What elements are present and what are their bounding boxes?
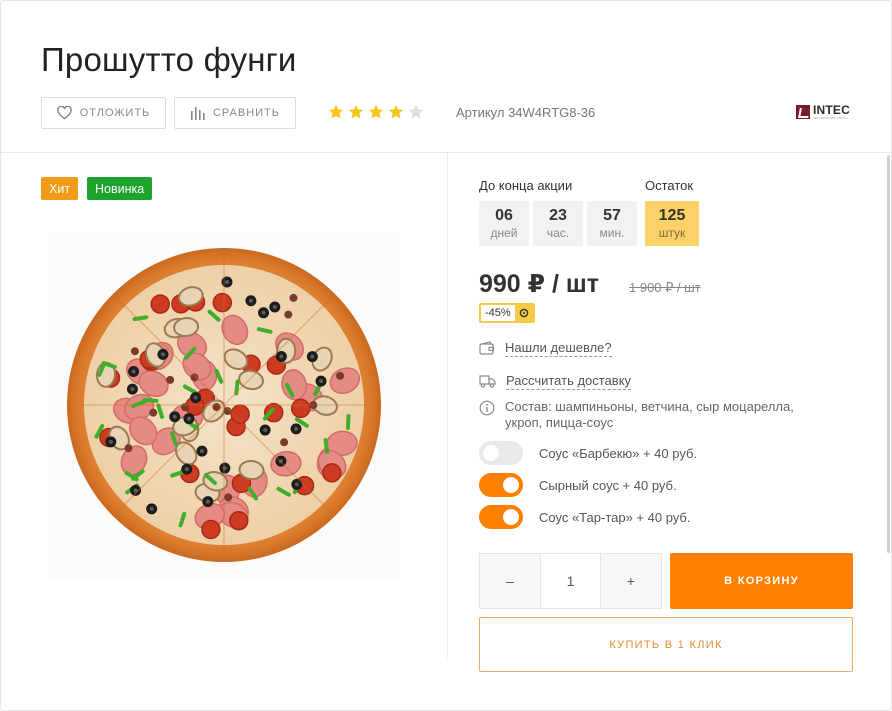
quantity-input[interactable]: 1 xyxy=(540,554,601,608)
composition-row: Состав: шампиньоны, ветчина, сыр моцарел… xyxy=(479,399,819,431)
found-cheaper-link[interactable]: Нашли дешевле? xyxy=(505,340,612,357)
quantity-stepper: – 1 + xyxy=(479,553,662,609)
star-filled-icon[interactable] xyxy=(368,104,384,120)
wallet-icon xyxy=(479,341,495,355)
quantity-increase-button[interactable]: + xyxy=(600,554,661,608)
old-price: 1 900 ₽ / шт xyxy=(629,280,701,295)
sauce-bbq-toggle[interactable] xyxy=(479,441,523,465)
rating-stars[interactable] xyxy=(328,104,424,120)
hit-badge: Хит xyxy=(41,177,79,200)
stock-unit: штук xyxy=(658,226,686,241)
countdown-minutes-unit: мин. xyxy=(599,226,625,241)
delivery-row: Рассчитать доставку xyxy=(479,373,632,390)
product-sku: Артикул 34W4RTG8-36 xyxy=(456,105,596,120)
discount-badge: -45% xyxy=(479,303,535,323)
discount-tag-icon xyxy=(514,305,533,321)
calc-delivery-link[interactable]: Рассчитать доставку xyxy=(506,373,632,390)
add-to-cart-button[interactable]: В КОРЗИНУ xyxy=(670,553,853,609)
sauce-cheese-toggle[interactable] xyxy=(479,473,523,497)
countdown-label: До конца акции xyxy=(479,178,573,193)
discount-value: -45% xyxy=(481,305,515,321)
quantity-decrease-button[interactable]: – xyxy=(480,554,541,608)
star-filled-icon[interactable] xyxy=(388,104,404,120)
heart-icon xyxy=(57,106,72,120)
countdown-minutes: 57 мин. xyxy=(587,201,637,246)
stock-box: 125 штук xyxy=(645,201,699,246)
stock-label: Остаток xyxy=(645,178,694,193)
countdown-hours-value: 23 xyxy=(549,206,567,224)
star-filled-icon[interactable] xyxy=(328,104,344,120)
sauce-bbq-label: Соус «Барбекю» + 40 руб. xyxy=(539,445,698,461)
sauce-tartar-toggle[interactable] xyxy=(479,505,523,529)
product-card: Прошутто фунги ОТЛОЖИТЬ СРАВНИТЬ Артикул… xyxy=(0,0,892,711)
info-icon xyxy=(479,400,495,416)
countdown-hours: 23 час. xyxy=(533,201,583,246)
compare-bars-icon xyxy=(190,107,205,120)
brand-tagline: ТЕХНОЛОГИИ РОСТА xyxy=(813,116,848,120)
new-badge: Новинка xyxy=(87,177,153,200)
brand-logo[interactable]: INTEC ТЕХНОЛОГИИ РОСТА xyxy=(796,104,850,120)
brand-mark-icon xyxy=(796,105,810,119)
brand-name: INTEC xyxy=(813,103,850,117)
sauce-option-3: Соус «Тар-тар» + 40 руб. xyxy=(479,505,691,529)
column-divider xyxy=(447,153,448,658)
compare-label: СРАВНИТЬ xyxy=(212,107,280,119)
sauce-cheese-label: Сырный соус + 40 руб. xyxy=(539,477,677,493)
buy-one-click-button[interactable]: КУПИТЬ В 1 КЛИК xyxy=(479,617,853,672)
sauce-option-1: Соус «Барбекю» + 40 руб. xyxy=(479,441,697,465)
defer-label: ОТЛОЖИТЬ xyxy=(79,107,151,119)
compare-button[interactable]: СРАВНИТЬ xyxy=(174,97,296,129)
countdown-days: 06 дней xyxy=(479,201,529,246)
pizza-image xyxy=(67,248,381,562)
sauce-option-2: Сырный соус + 40 руб. xyxy=(479,473,677,497)
countdown-days-value: 06 xyxy=(495,206,513,224)
product-title: Прошутто фунги xyxy=(41,41,297,78)
countdown-minutes-value: 57 xyxy=(603,206,621,224)
sauce-tartar-label: Соус «Тар-тар» + 40 руб. xyxy=(539,509,691,525)
defer-button[interactable]: ОТЛОЖИТЬ xyxy=(41,97,166,129)
scrollbar[interactable] xyxy=(887,155,890,553)
countdown-hours-unit: час. xyxy=(546,226,570,241)
current-price: 990 ₽ / шт xyxy=(479,270,599,298)
star-empty-icon[interactable] xyxy=(408,104,424,120)
found-cheaper-row: Нашли дешевле? xyxy=(479,340,612,357)
stock-value: 125 xyxy=(658,206,686,224)
truck-icon xyxy=(479,375,496,388)
composition-text: Состав: шампиньоны, ветчина, сыр моцарел… xyxy=(505,399,794,430)
product-image[interactable] xyxy=(49,233,399,578)
star-filled-icon[interactable] xyxy=(348,104,364,120)
countdown-days-unit: дней xyxy=(490,226,518,241)
